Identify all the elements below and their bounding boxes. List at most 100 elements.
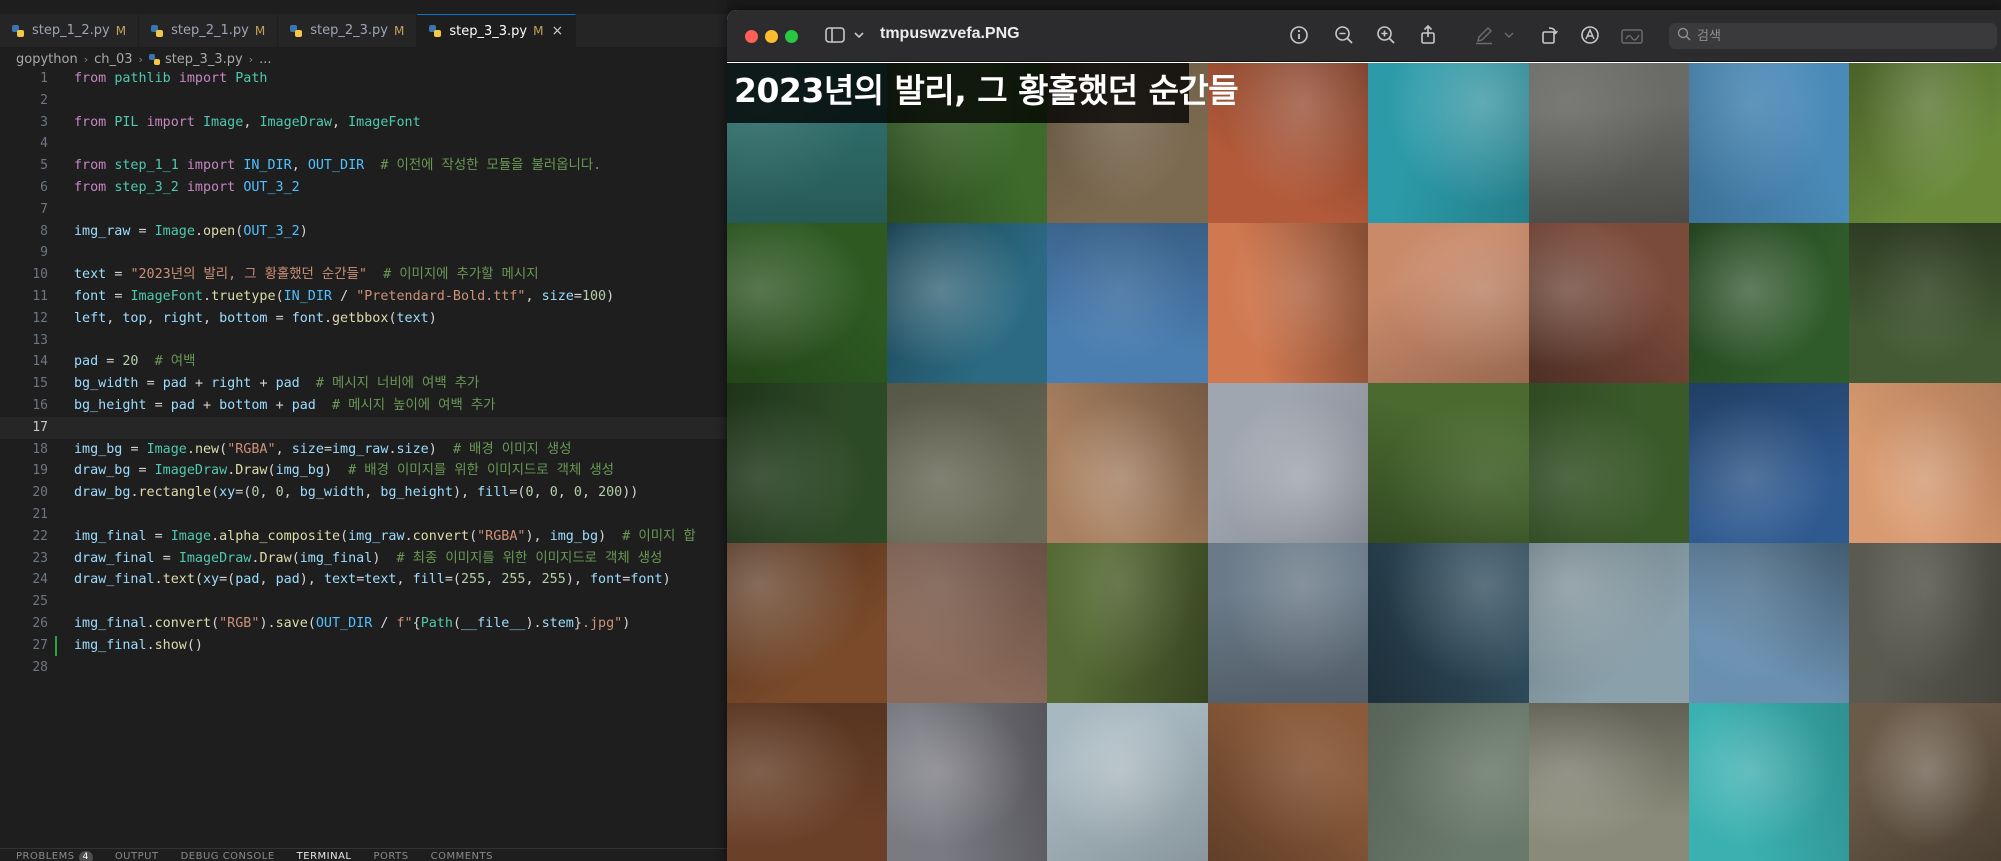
code-line[interactable]: 7: [0, 199, 728, 221]
photo-tile: [1368, 543, 1529, 703]
chevron-down-icon[interactable]: [847, 24, 871, 48]
code-token: ,: [146, 310, 163, 326]
code-token: .: [211, 528, 220, 544]
code-area[interactable]: 1 from pathlib import Path 2 3 from PIL impo…: [0, 68, 728, 678]
panel-tab-terminal[interactable]: TERMINAL: [297, 849, 352, 861]
breadcrumb-item[interactable]: ...: [259, 52, 271, 67]
photo-tile: [1368, 223, 1529, 383]
code-line[interactable]: 2: [0, 90, 728, 112]
signature-icon[interactable]: [1620, 24, 1644, 48]
code-line[interactable]: 10 text = "2023년의 발리, 그 황홀했던 순간들" # 이미지에 …: [0, 264, 728, 286]
code-token: +: [259, 376, 276, 392]
chevron-down-icon[interactable]: [1497, 24, 1521, 48]
annotate-icon[interactable]: [1578, 24, 1602, 48]
search-input[interactable]: [1697, 28, 1977, 44]
preview-toolbar: tmpuswzvefa.PNG: [727, 10, 2001, 62]
minimize-window-button[interactable]: [765, 30, 778, 43]
code-token: .: [323, 310, 332, 326]
breadcrumb-item[interactable]: gopython: [16, 52, 78, 67]
code-token: IN_DIR: [243, 158, 292, 174]
code-line[interactable]: 17: [0, 416, 728, 439]
code-line[interactable]: 26 img_final.convert("RGB").save(OUT_DIR …: [0, 613, 728, 635]
code-line[interactable]: 28: [0, 657, 728, 679]
code-token: # 이미지에 추가할 메시지: [383, 267, 539, 283]
tab-step_2_1-py[interactable]: step_2_1.py M: [139, 14, 279, 47]
tab-step_2_3-py[interactable]: step_2_3.py M: [278, 14, 418, 47]
code-text: draw_bg = ImageDraw.Draw(img_bg) # 배경 이미…: [74, 460, 614, 482]
panel-tab-problems[interactable]: PROBLEMS 4: [16, 849, 93, 861]
code-line[interactable]: 15 bg_width = pad + right + pad # 메시지 너비에…: [0, 373, 728, 395]
code-line[interactable]: 4: [0, 133, 728, 155]
tab-step_1_2-py[interactable]: step_1_2.py M: [0, 14, 140, 47]
line-number: 7: [40, 201, 48, 217]
code-token: ImageFont: [130, 288, 203, 304]
code-line[interactable]: 25: [0, 591, 728, 613]
photo-tile: [1529, 223, 1689, 383]
code-token: truetype: [211, 288, 276, 304]
code-line[interactable]: 8 img_raw = Image.open(OUT_3_2): [0, 221, 728, 243]
panel-tab-debug-console[interactable]: DEBUG CONSOLE: [181, 849, 275, 861]
code-line[interactable]: 20 draw_bg.rectangle(xy=(0, 0, bg_width, …: [0, 482, 728, 504]
close-tab-icon[interactable]: ×: [551, 23, 563, 39]
zoom-out-icon[interactable]: [1332, 24, 1356, 48]
info-icon[interactable]: [1287, 24, 1311, 48]
code-line[interactable]: 5 from step_1_1 import IN_DIR, OUT_DIR # …: [0, 155, 728, 177]
code-token: pad: [74, 354, 107, 370]
photo-tile: [1849, 383, 2001, 543]
code-line[interactable]: 23 draw_final = ImageDraw.Draw(img_final)…: [0, 548, 728, 570]
code-line[interactable]: 18 img_bg = Image.new("RGBA", size=img_ra…: [0, 439, 728, 461]
code-token: font: [630, 572, 663, 588]
photo-tile: [1849, 223, 2001, 383]
code-token: __file__: [461, 615, 526, 631]
code-token: 0: [275, 485, 284, 501]
zoom-window-button[interactable]: [785, 30, 798, 43]
code-token: (: [211, 485, 220, 501]
code-line[interactable]: 22 img_final = Image.alpha_composite(img_…: [0, 526, 728, 548]
code-text: draw_final = ImageDraw.Draw(img_final) #…: [74, 548, 662, 570]
code-token: (: [388, 310, 397, 326]
share-icon[interactable]: [1416, 24, 1440, 48]
code-line[interactable]: 12 left, top, right, bottom = font.getbbo…: [0, 308, 728, 330]
search-field[interactable]: [1669, 23, 1997, 49]
code-token: ,: [275, 441, 292, 457]
breadcrumb-item[interactable]: step_3_3.py: [165, 52, 243, 67]
sidebar-toggle-icon[interactable]: [823, 24, 847, 48]
code-token: .: [130, 485, 139, 501]
code-token: left: [74, 310, 107, 326]
chevron-right-icon: ›: [138, 52, 143, 66]
panel-tab-label: DEBUG CONSOLE: [180, 851, 275, 861]
code-token: ),: [525, 528, 550, 544]
zoom-in-icon[interactable]: [1374, 24, 1398, 48]
code-line[interactable]: 9: [0, 242, 728, 264]
code-line[interactable]: 13: [0, 330, 728, 352]
code-line[interactable]: 11 font = ImageFont.truetype(IN_DIR / "Pr…: [0, 286, 728, 308]
breadcrumb-item[interactable]: ch_03: [94, 52, 132, 67]
code-token: from: [74, 179, 115, 195]
code-line[interactable]: 14 pad = 20 # 여백: [0, 351, 728, 373]
code-line[interactable]: 16 bg_height = pad + bottom + pad # 메시지 높…: [0, 395, 728, 417]
code-line[interactable]: 1 from pathlib import Path: [0, 68, 728, 90]
rotate-icon[interactable]: [1537, 24, 1561, 48]
code-line[interactable]: 27 img_final.show(): [0, 635, 728, 657]
code-token: draw_bg: [74, 485, 131, 501]
code-token: .: [154, 572, 163, 588]
panel-tab-output[interactable]: OUTPUT: [115, 849, 159, 861]
code-token: xy: [203, 572, 220, 588]
desktop-strip: [727, 0, 2001, 10]
photo-tile: [1849, 543, 2001, 703]
code-line[interactable]: 19 draw_bg = ImageDraw.Draw(img_bg) # 배경 …: [0, 460, 728, 482]
code-line[interactable]: 21: [0, 504, 728, 526]
code-text: img_final = Image.alpha_composite(img_ra…: [74, 526, 696, 548]
code-token: 100: [581, 288, 607, 304]
code-line[interactable]: 3 from PIL import Image, ImageDraw, Image…: [0, 112, 728, 134]
code-line[interactable]: 6 from step_3_2 import OUT_3_2: [0, 177, 728, 199]
code-token: Path: [235, 71, 268, 86]
panel-tab-comments[interactable]: COMMENTS: [431, 849, 493, 861]
code-token: Image: [146, 441, 187, 457]
close-window-button[interactable]: [745, 30, 758, 43]
panel-tab-ports[interactable]: PORTS: [374, 849, 409, 861]
tab-step_3_3-py[interactable]: step_3_3.py M ×: [417, 14, 577, 47]
markup-pen-icon[interactable]: [1472, 24, 1496, 48]
code-line[interactable]: 24 draw_final.text(xy=(pad, pad), text=te…: [0, 569, 728, 591]
